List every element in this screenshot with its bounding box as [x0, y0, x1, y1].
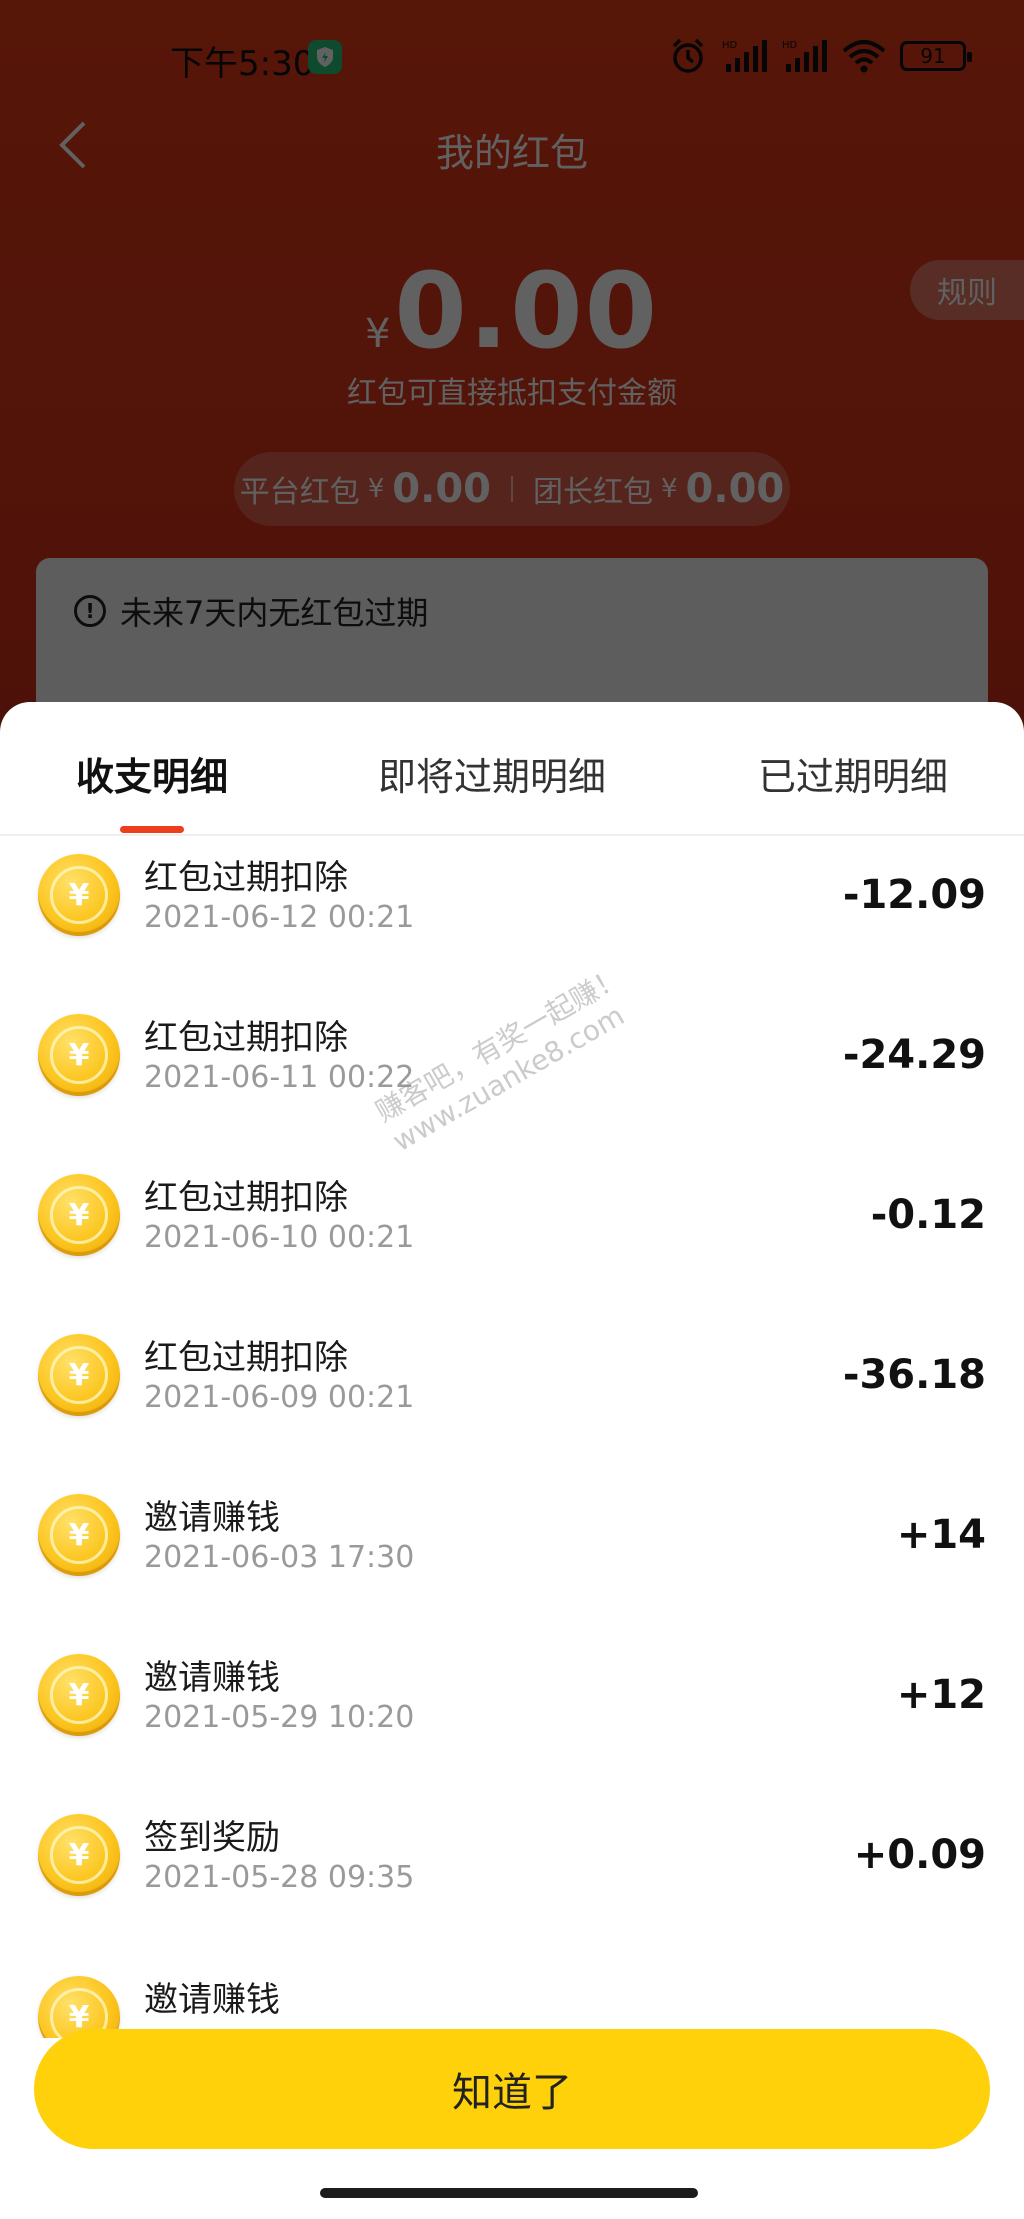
nav-bar: 我的红包 [0, 110, 1024, 180]
tab-income-expense[interactable]: 收支明细 [76, 746, 228, 801]
alarm-icon [668, 36, 708, 76]
item-amount: -0.12 [870, 1192, 986, 1238]
tab-bar: 收支明细 即将过期明细 已过期明细 [0, 702, 1024, 836]
coin-icon: ¥ [38, 854, 120, 936]
list-item[interactable]: ¥ 签到奖励 2021-05-28 09:35 +0.09 [0, 1796, 1024, 1956]
coin-icon: ¥ [38, 1014, 120, 1096]
info-icon: ! [74, 595, 106, 627]
balance-amount: 0.00 [394, 250, 660, 372]
battery-icon: 91 [900, 41, 972, 71]
list-item[interactable]: ¥ 邀请赚钱 2021-05-29 10:20 +12 [0, 1636, 1024, 1796]
signal-hd-icon-2: HD [782, 38, 828, 74]
platform-label: 平台红包 [239, 475, 360, 510]
coin-icon: ¥ [38, 1814, 120, 1896]
status-bar: 下午5:30 HD HD 91 [0, 0, 1024, 110]
item-title: 红包过期扣除 [144, 858, 348, 898]
list-item[interactable]: ¥ 邀请赚钱 2021-06-03 17:30 +14 [0, 1476, 1024, 1636]
item-title: 红包过期扣除 [144, 1018, 348, 1058]
platform-value: 0.00 [392, 466, 491, 512]
security-shield-icon [308, 40, 342, 74]
item-amount: -36.18 [842, 1352, 986, 1398]
item-amount: +12 [896, 1672, 986, 1718]
item-title: 红包过期扣除 [144, 1178, 348, 1218]
signal-hd-icon: HD [722, 38, 768, 74]
item-amount: +0.09 [853, 1832, 986, 1878]
item-date: 2021-06-10 00:21 [144, 1220, 415, 1255]
active-tab-indicator [120, 826, 184, 833]
item-date: 2021-05-29 10:20 [144, 1700, 415, 1735]
item-date: 2021-06-09 00:21 [144, 1380, 415, 1415]
coin-icon: ¥ [38, 1174, 120, 1256]
notice-text: 未来7天内无红包过期 [120, 594, 429, 632]
item-amount: -24.29 [842, 1032, 986, 1078]
item-title: 邀请赚钱 [144, 1498, 280, 1538]
item-date: 2021-06-11 00:22 [144, 1060, 415, 1095]
status-time: 下午5:30 [170, 44, 315, 84]
confirm-button[interactable]: 知道了 [34, 2029, 990, 2149]
balance-currency: ¥ [364, 311, 391, 357]
tab-expired[interactable]: 已过期明细 [758, 746, 948, 801]
item-date: 2021-06-03 17:30 [144, 1540, 415, 1575]
item-title: 红包过期扣除 [144, 1338, 348, 1378]
coin-icon: ¥ [38, 1654, 120, 1736]
list-item[interactable]: ¥ 红包过期扣除 2021-06-12 00:21 -12.09 [0, 838, 1024, 996]
list-item[interactable]: ¥ 邀请赚钱 [0, 1958, 1024, 2038]
item-amount: +14 [896, 1512, 986, 1558]
tab-expiring-soon[interactable]: 即将过期明细 [378, 746, 606, 801]
home-indicator[interactable] [320, 2188, 698, 2198]
coin-icon: ¥ [38, 1494, 120, 1576]
coin-icon: ¥ [38, 1334, 120, 1416]
wifi-icon [842, 39, 886, 73]
leader-value: 0.00 [685, 466, 785, 512]
balance-display: ¥0.00 [0, 250, 1024, 372]
item-date: 2021-06-12 00:21 [144, 900, 415, 935]
page-title: 我的红包 [435, 131, 588, 175]
divider [511, 476, 513, 502]
item-title: 签到奖励 [144, 1818, 280, 1858]
list-item[interactable]: ¥ 红包过期扣除 2021-06-10 00:21 -0.12 [0, 1156, 1024, 1316]
details-sheet: 收支明细 即将过期明细 已过期明细 ¥ 红包过期扣除 2021-06-12 00… [0, 702, 1024, 2219]
platform-currency: ¥ [367, 474, 385, 504]
item-title: 邀请赚钱 [144, 1658, 280, 1698]
leader-currency: ¥ [661, 474, 678, 504]
status-icons: HD HD 91 [668, 36, 972, 76]
svg-text:HD: HD [782, 40, 798, 51]
balance-subtitle: 红包可直接抵扣支付金额 [347, 376, 677, 411]
item-amount: -12.09 [842, 872, 986, 918]
list-item[interactable]: ¥ 红包过期扣除 2021-06-09 00:21 -36.18 [0, 1316, 1024, 1476]
leader-label: 团长红包 [533, 475, 653, 510]
item-title: 邀请赚钱 [144, 1980, 280, 2020]
svg-text:HD: HD [722, 40, 738, 51]
balance-breakdown: 平台红包 ¥0.00 团长红包 ¥0.00 [234, 452, 790, 526]
item-date: 2021-05-28 09:35 [144, 1860, 415, 1895]
